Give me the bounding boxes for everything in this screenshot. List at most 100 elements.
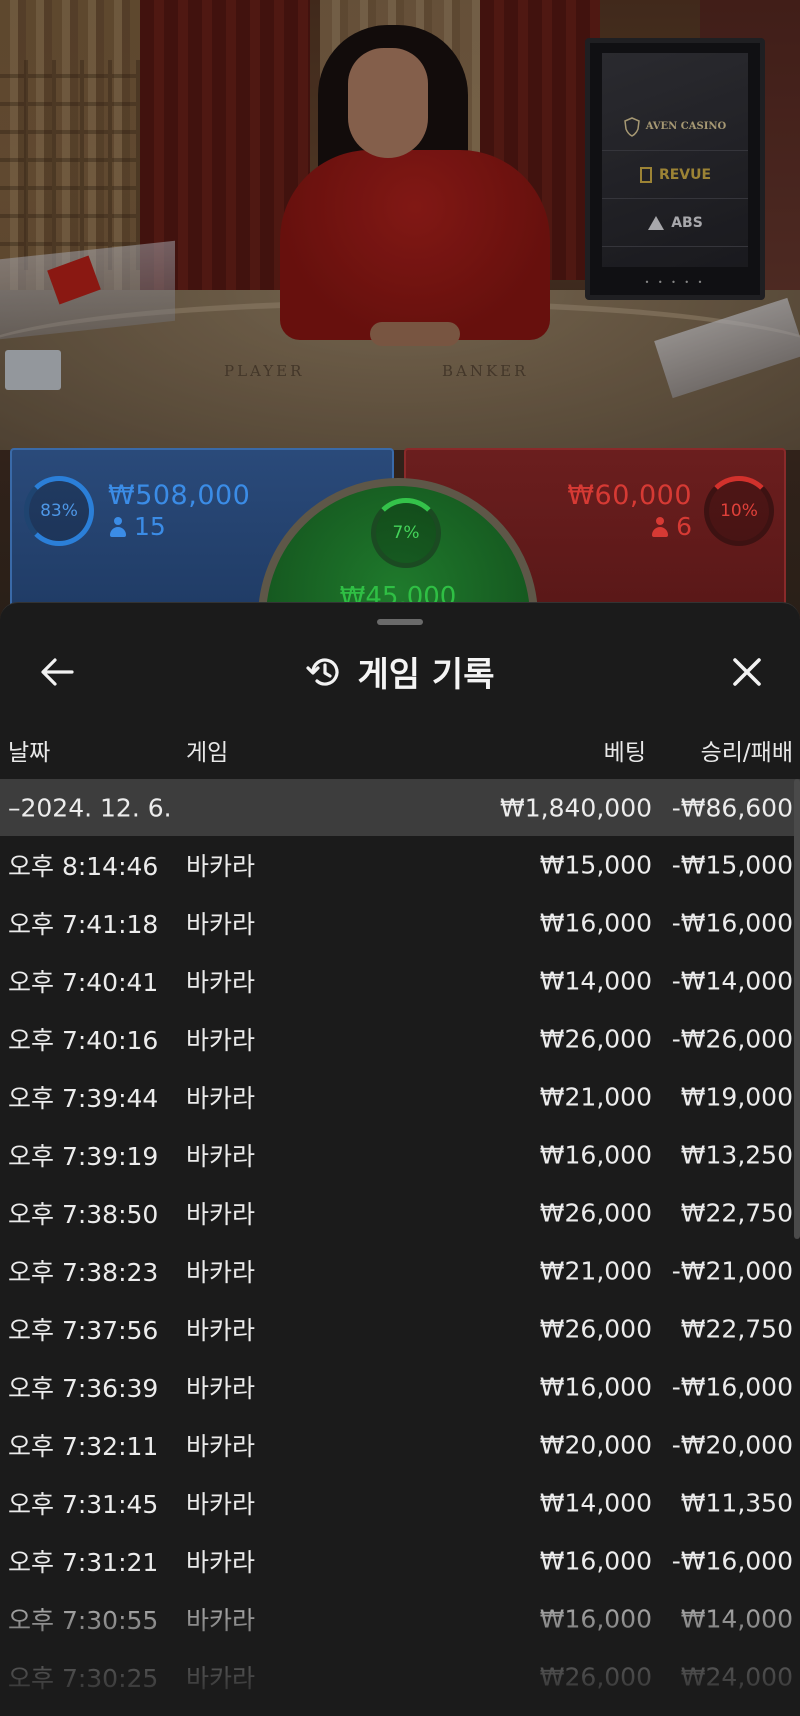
- round-game: 바카라: [186, 1606, 256, 1635]
- history-row[interactable]: 오후 7:31:21 바카라 ₩16,000 -₩16,000: [0, 1532, 800, 1590]
- player-count-value: 15: [134, 512, 166, 541]
- drag-handle[interactable]: [377, 619, 423, 625]
- round-game: 바카라: [186, 1374, 256, 1403]
- round-bet: ₩20,000: [539, 1430, 652, 1460]
- round-winloss: ₩11,350: [680, 1488, 793, 1518]
- history-row[interactable]: 오후 7:40:16 바카라 ₩26,000 -₩26,000: [0, 1010, 800, 1068]
- round-rows: 오후 8:14:46 바카라 ₩15,000 -₩15,000 오후 7:41:18 바카…: [0, 836, 800, 1706]
- close-icon: [733, 658, 761, 686]
- round-winloss: -₩16,000: [671, 1372, 793, 1402]
- round-game: 바카라: [186, 1548, 256, 1577]
- round-winloss: ₩14,000: [680, 1604, 793, 1634]
- round-winloss: -₩15,000: [671, 850, 793, 880]
- round-bet: ₩14,000: [539, 966, 652, 996]
- history-row[interactable]: 오후 7:31:45 바카라 ₩14,000 ₩11,350: [0, 1474, 800, 1532]
- history-row[interactable]: 오후 8:14:46 바카라 ₩15,000 -₩15,000: [0, 836, 800, 894]
- round-winloss: -₩20,000: [671, 1430, 793, 1460]
- round-game: 바카라: [186, 852, 256, 881]
- round-time: 오후 7:32:11: [8, 1432, 159, 1461]
- round-winloss: ₩22,750: [680, 1314, 793, 1344]
- history-row[interactable]: 오후 7:37:56 바카라 ₩26,000 ₩22,750: [0, 1300, 800, 1358]
- day-total-bet: ₩1,840,000: [500, 793, 652, 822]
- round-time: 오후 7:31:45: [8, 1490, 159, 1519]
- history-row[interactable]: 오후 7:39:44 바카라 ₩21,000 ₩19,000: [0, 1068, 800, 1126]
- round-time: 오후 7:31:21: [8, 1548, 159, 1577]
- round-bet: ₩14,000: [539, 1488, 652, 1518]
- round-winloss: -₩26,000: [671, 1024, 793, 1054]
- round-game: 바카라: [186, 968, 256, 997]
- round-bet: ₩16,000: [539, 1604, 652, 1634]
- round-bet: ₩15,000: [539, 850, 652, 880]
- day-total-winloss: -₩86,600: [671, 793, 793, 822]
- scrollbar[interactable]: [794, 779, 800, 1239]
- banker-percent: 10%: [720, 501, 758, 521]
- round-winloss: ₩13,250: [680, 1140, 793, 1170]
- history-row[interactable]: 오후 7:40:41 바카라 ₩14,000 -₩14,000: [0, 952, 800, 1010]
- game-history-sheet: 게임 기록 날짜 게임 베팅 승리/패배 –2024. 12. 6. ₩1,84…: [0, 602, 800, 1716]
- round-bet: ₩21,000: [539, 1082, 652, 1112]
- history-row[interactable]: 오후 7:30:55 바카라 ₩16,000 ₩14,000: [0, 1590, 800, 1648]
- player-bettor-count: 15: [110, 512, 166, 541]
- round-bet: ₩16,000: [539, 1546, 652, 1576]
- round-game: 바카라: [186, 1142, 256, 1171]
- banker-count-value: 6: [676, 512, 692, 541]
- round-time: 오후 7:39:19: [8, 1142, 159, 1171]
- round-game: 바카라: [186, 1316, 256, 1345]
- close-button[interactable]: [724, 649, 770, 695]
- round-time: 오후 7:40:41: [8, 968, 159, 997]
- history-row[interactable]: 오후 7:32:11 바카라 ₩20,000 -₩20,000: [0, 1416, 800, 1474]
- round-bet: ₩16,000: [539, 1372, 652, 1402]
- column-header-game: 게임: [186, 740, 229, 766]
- player-percent: 83%: [40, 501, 78, 521]
- tie-percent: 7%: [392, 523, 420, 543]
- column-header-winloss: 승리/패배: [700, 740, 793, 766]
- player-percent-ring: 83%: [24, 476, 94, 546]
- history-list: –2024. 12. 6. ₩1,840,000 -₩86,600 오후 8:1…: [0, 779, 800, 1706]
- round-game: 바카라: [186, 1664, 256, 1693]
- round-time: 오후 7:30:25: [8, 1664, 159, 1693]
- history-row[interactable]: 오후 7:38:23 바카라 ₩21,000 -₩21,000: [0, 1242, 800, 1300]
- round-time: 오후 7:37:56: [8, 1316, 159, 1345]
- sheet-title-text: 게임 기록: [357, 655, 495, 695]
- history-row[interactable]: 오후 7:38:50 바카라 ₩26,000 ₩22,750: [0, 1184, 800, 1242]
- round-time: 오후 7:38:23: [8, 1258, 159, 1287]
- history-row[interactable]: 오후 7:36:39 바카라 ₩16,000 -₩16,000: [0, 1358, 800, 1416]
- round-time: 오후 7:41:18: [8, 910, 159, 939]
- round-winloss: -₩14,000: [671, 966, 793, 996]
- round-time: 오후 7:38:50: [8, 1200, 159, 1229]
- banker-bettor-count: 6: [652, 512, 692, 541]
- round-bet: ₩26,000: [539, 1662, 652, 1692]
- round-game: 바카라: [186, 1084, 256, 1113]
- day-summary-row[interactable]: –2024. 12. 6. ₩1,840,000 -₩86,600: [0, 779, 800, 836]
- player-total-amount: ₩508,000: [108, 480, 251, 511]
- banker-total-amount: ₩60,000: [567, 480, 692, 511]
- column-header-bet: 베팅: [603, 740, 646, 766]
- history-row[interactable]: 오후 7:41:18 바카라 ₩16,000 -₩16,000: [0, 894, 800, 952]
- person-icon: [652, 516, 669, 537]
- round-time: 오후 7:40:16: [8, 1026, 159, 1055]
- person-icon: [110, 516, 126, 537]
- round-winloss: ₩22,750: [680, 1198, 793, 1228]
- round-game: 바카라: [186, 1200, 256, 1229]
- round-winloss: -₩21,000: [671, 1256, 793, 1286]
- round-bet: ₩21,000: [539, 1256, 652, 1286]
- round-time: 오후 8:14:46: [8, 852, 159, 881]
- history-clock-icon: [305, 658, 339, 686]
- round-game: 바카라: [186, 1490, 256, 1519]
- tie-percent-ring: 7%: [371, 498, 441, 568]
- round-bet: ₩16,000: [539, 908, 652, 938]
- history-row[interactable]: 오후 7:30:25 바카라 ₩26,000 ₩24,000: [0, 1648, 800, 1706]
- round-bet: ₩26,000: [539, 1198, 652, 1228]
- round-winloss: ₩19,000: [680, 1082, 793, 1112]
- round-winloss: -₩16,000: [671, 1546, 793, 1576]
- round-game: 바카라: [186, 910, 256, 939]
- round-winloss: -₩16,000: [671, 908, 793, 938]
- day-date: –2024. 12. 6.: [8, 793, 172, 822]
- banker-percent-ring: 10%: [704, 476, 774, 546]
- round-winloss: ₩24,000: [680, 1662, 793, 1692]
- round-time: 오후 7:30:55: [8, 1606, 159, 1635]
- column-header-date: 날짜: [8, 740, 51, 766]
- history-row[interactable]: 오후 7:39:19 바카라 ₩16,000 ₩13,250: [0, 1126, 800, 1184]
- sheet-header: 게임 기록: [0, 643, 800, 701]
- round-game: 바카라: [186, 1026, 256, 1055]
